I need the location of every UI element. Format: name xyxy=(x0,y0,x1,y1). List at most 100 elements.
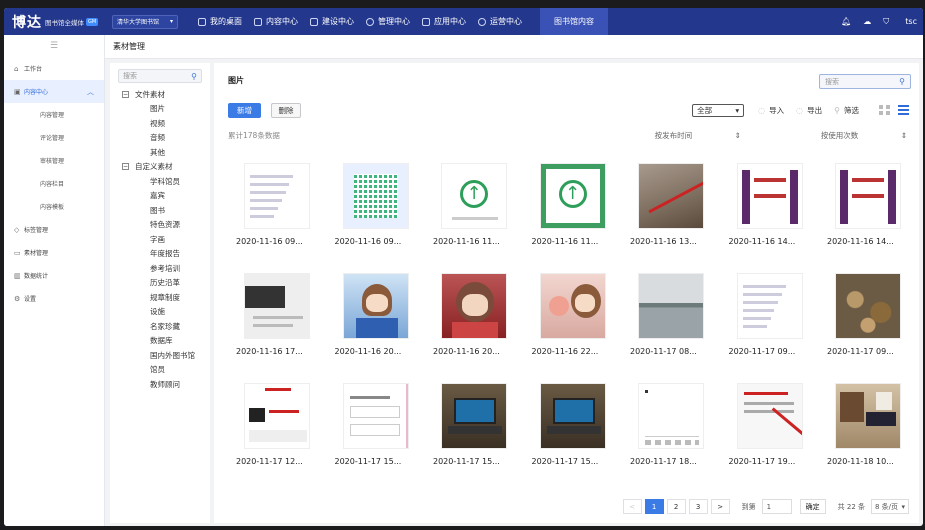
nav-build[interactable]: 建设中心 xyxy=(304,8,360,35)
image-card[interactable]: 2020-11-17 15... xyxy=(335,383,415,466)
delete-button[interactable]: 删除 xyxy=(271,102,301,118)
sort-by-time[interactable]: 按发布时间 ⇕ xyxy=(615,130,741,141)
page-3[interactable]: 3 xyxy=(688,499,708,514)
tree-item[interactable]: 历史沿革 xyxy=(110,276,210,291)
image-thumbnail[interactable] xyxy=(539,273,606,339)
image-thumbnail[interactable] xyxy=(441,383,507,449)
sort-by-usage[interactable]: 按使用次数 ⇕ xyxy=(781,130,907,141)
sidebar-item-workbench[interactable]: ⌂ 工作台 xyxy=(4,57,104,80)
page-2[interactable]: 2 xyxy=(666,499,686,514)
tree-item[interactable]: 字画 xyxy=(110,232,210,247)
tree-group[interactable]: − 文件素材 xyxy=(110,87,210,102)
collapse-icon[interactable]: − xyxy=(122,163,129,171)
tree-search-input[interactable]: 搜索 ⚲ xyxy=(118,69,202,83)
collapse-icon[interactable]: − xyxy=(122,90,129,98)
image-card[interactable]: 2020-11-17 19... xyxy=(729,383,809,466)
image-card[interactable]: 2020-11-16 09... xyxy=(335,163,415,246)
image-card[interactable]: 2020-11-16 13... xyxy=(630,163,710,246)
image-thumbnail[interactable] xyxy=(736,273,803,339)
goto-confirm-button[interactable]: 确定 xyxy=(799,499,826,514)
org-select[interactable]: 清华大学图书馆 ▾ xyxy=(112,14,178,29)
image-card[interactable]: 2020-11-16 09... xyxy=(236,163,316,246)
image-card[interactable]: ↑ 2020-11-16 11... xyxy=(433,163,513,246)
image-card[interactable]: 2020-11-17 18... xyxy=(630,383,710,466)
tree-item[interactable]: 视频 xyxy=(110,116,210,131)
tree-item[interactable]: 特色资源 xyxy=(110,218,210,233)
page-size-select[interactable]: 8 条/页 ▾ xyxy=(871,499,909,514)
sidebar-subitem-review[interactable]: 审核管理 xyxy=(4,149,104,172)
tree-item[interactable]: 音频 xyxy=(110,131,210,146)
sidebar-subitem-templates[interactable]: 内容模板 xyxy=(4,195,104,218)
image-thumbnail[interactable] xyxy=(244,383,310,449)
image-thumbnail[interactable] xyxy=(441,273,507,339)
image-card[interactable]: 2020-11-17 15... xyxy=(532,383,612,466)
image-card[interactable]: 2020-11-18 10... xyxy=(827,383,907,466)
image-card[interactable]: 2020-11-17 15... xyxy=(433,383,513,466)
sidebar-subitem-comments[interactable]: 评论管理 xyxy=(4,126,104,149)
image-card[interactable]: 2020-11-17 09... xyxy=(729,273,809,356)
image-thumbnail[interactable] xyxy=(244,163,310,229)
image-card[interactable]: 2020-11-16 20... xyxy=(335,273,415,356)
image-card[interactable]: 2020-11-16 20... xyxy=(433,273,513,356)
image-thumbnail[interactable] xyxy=(638,163,704,229)
image-thumbnail[interactable] xyxy=(835,163,901,229)
image-thumbnail[interactable] xyxy=(244,273,310,339)
next-page-button[interactable]: > xyxy=(710,499,730,514)
image-thumbnail[interactable]: ↑ xyxy=(539,163,606,229)
image-thumbnail[interactable] xyxy=(342,163,409,229)
image-thumbnail[interactable] xyxy=(835,383,901,449)
image-card[interactable]: 2020-11-16 14... xyxy=(827,163,907,246)
image-card[interactable]: 2020-11-17 12... xyxy=(236,383,316,466)
image-card[interactable]: 2020-11-17 09... xyxy=(827,273,907,356)
nav-ops[interactable]: 运营中心 xyxy=(472,8,528,35)
sidebar-item-content-center[interactable]: ▣ 内容中心 ︿ xyxy=(4,80,104,103)
image-thumbnail[interactable]: ↑ xyxy=(441,163,507,229)
tree-item[interactable]: 其他 xyxy=(110,145,210,160)
sidebar-subitem-columns[interactable]: 内容栏目 xyxy=(4,172,104,195)
nav-desktop[interactable]: 我的桌面 xyxy=(192,8,248,35)
sidebar-item-stats[interactable]: ▥ 数据统计 xyxy=(4,264,104,287)
image-thumbnail[interactable] xyxy=(638,273,704,339)
image-thumbnail[interactable] xyxy=(638,383,704,449)
tree-item[interactable]: 图片 xyxy=(110,102,210,117)
tree-item[interactable]: 教师顾问 xyxy=(110,377,210,392)
image-card[interactable]: 2020-11-16 14... xyxy=(729,163,809,246)
search-icon[interactable]: ⚲ xyxy=(899,77,905,86)
image-card[interactable]: ↑ 2020-11-16 11... xyxy=(532,163,612,246)
export-button[interactable]: ◌ 导出 xyxy=(796,105,822,116)
sidebar-item-settings[interactable]: ⚙ 设置 xyxy=(4,287,104,310)
sidebar-subitem-content-manage[interactable]: 内容管理 xyxy=(4,103,104,126)
sidebar-item-tags[interactable]: ◇ 标签管理 xyxy=(4,218,104,241)
tab-library-content[interactable]: 图书馆内容 xyxy=(540,8,608,35)
nav-content[interactable]: 内容中心 xyxy=(248,8,304,35)
view-list-icon[interactable] xyxy=(898,105,909,115)
tree-item[interactable]: 学科馆员 xyxy=(110,174,210,189)
filter-button[interactable]: ⚲ 筛选 xyxy=(834,105,859,116)
tree-item[interactable]: 馆员 xyxy=(110,363,210,378)
shirt-icon[interactable]: ⛉ xyxy=(883,17,889,27)
view-card-icon[interactable] xyxy=(879,105,890,115)
image-thumbnail[interactable] xyxy=(342,383,409,449)
menu-toggle-icon[interactable]: ☰ xyxy=(4,35,104,57)
tree-group[interactable]: − 自定义素材 xyxy=(110,160,210,175)
bell-icon[interactable]: 🔔︎ xyxy=(841,17,851,26)
tree-item[interactable]: 数据库 xyxy=(110,334,210,349)
image-thumbnail[interactable] xyxy=(342,273,409,339)
search-input[interactable]: 搜索 ⚲ xyxy=(819,74,911,89)
image-thumbnail[interactable] xyxy=(736,383,803,449)
tree-item[interactable]: 嘉宾 xyxy=(110,189,210,204)
filter-select[interactable]: 全部 ▾ xyxy=(692,103,745,117)
nav-manage[interactable]: 管理中心 xyxy=(360,8,416,35)
import-button[interactable]: ◌ 导入 xyxy=(758,105,784,116)
image-thumbnail[interactable] xyxy=(835,273,901,339)
tree-item[interactable]: 国内外图书馆 xyxy=(110,348,210,363)
image-card[interactable]: 2020-11-16 17... xyxy=(236,273,316,356)
image-card[interactable]: 2020-11-17 08... xyxy=(630,273,710,356)
prev-page-button[interactable]: < xyxy=(622,499,642,514)
tree-item[interactable]: 规章制度 xyxy=(110,290,210,305)
sidebar-item-materials[interactable]: ▭ 素材管理 xyxy=(4,241,104,264)
page-1[interactable]: 1 xyxy=(644,499,664,514)
search-icon[interactable]: ⚲ xyxy=(191,72,197,81)
image-thumbnail[interactable] xyxy=(736,163,803,229)
tree-item[interactable]: 设施 xyxy=(110,305,210,320)
